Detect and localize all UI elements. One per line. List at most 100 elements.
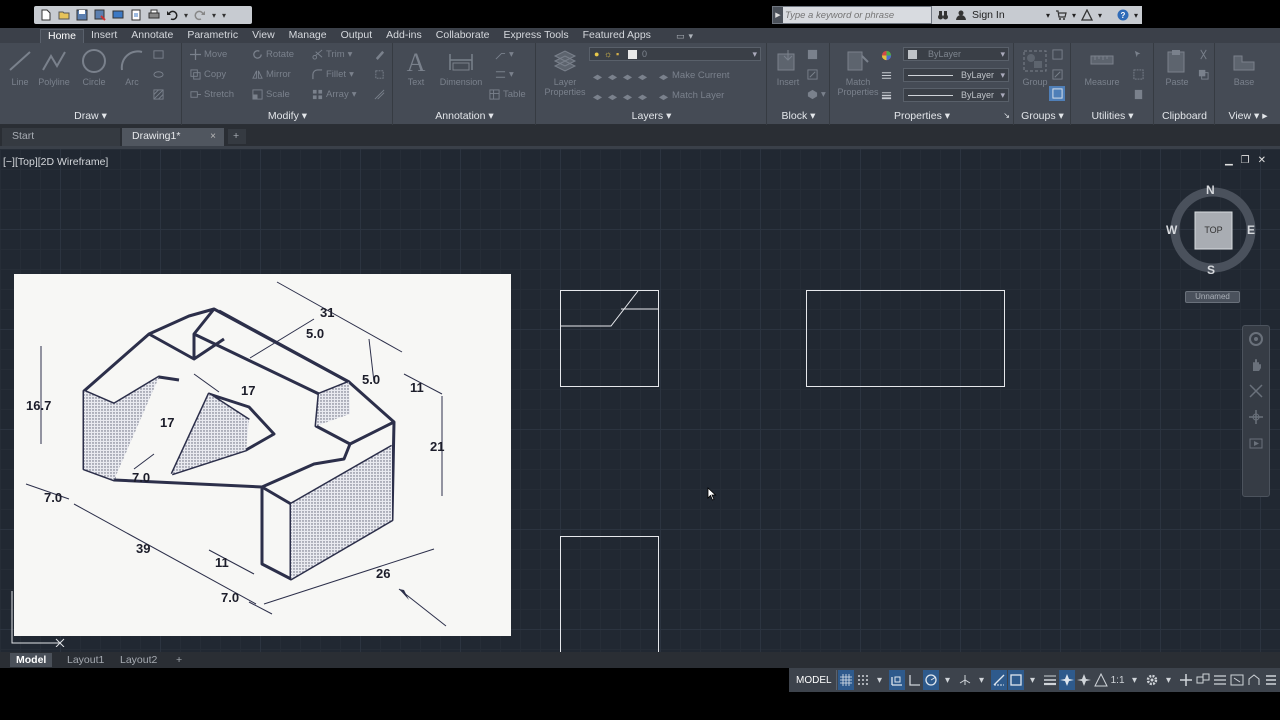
explode-button[interactable] <box>373 67 385 82</box>
fillet-button[interactable]: Fillet ▾ <box>311 67 354 82</box>
redo-icon[interactable] <box>192 8 208 22</box>
compass-west[interactable]: W <box>1166 223 1177 237</box>
text-button[interactable]: A Text <box>396 47 436 87</box>
new-icon[interactable] <box>38 8 54 22</box>
tab-annotate[interactable]: Annotate <box>124 29 180 43</box>
paste-button[interactable]: Paste <box>1157 47 1197 87</box>
tab-layout2[interactable]: Layout2 <box>114 653 163 667</box>
status-menu-icon[interactable] <box>1263 670 1279 690</box>
rotate-button[interactable]: Rotate <box>251 47 294 62</box>
snap-icon[interactable] <box>855 670 871 690</box>
new-tab-button[interactable]: + <box>228 129 246 144</box>
measure-button[interactable]: Measure <box>1078 47 1126 87</box>
arc-button[interactable]: Arc <box>112 47 152 87</box>
compass-east[interactable]: E <box>1247 223 1255 237</box>
group-button[interactable]: Group <box>1015 47 1055 87</box>
copy-button[interactable]: Copy <box>189 67 226 82</box>
polar-tracking-icon[interactable] <box>922 670 939 690</box>
isodraft-icon[interactable] <box>957 670 973 690</box>
annotation-monitor-icon[interactable] <box>1178 670 1194 690</box>
tab-collaborate[interactable]: Collaborate <box>429 29 497 43</box>
save-as-icon[interactable] <box>92 8 108 22</box>
layer-properties-button[interactable]: Layer Properties <box>541 47 589 97</box>
dimension-button[interactable]: Dimension <box>436 47 486 87</box>
layer-unisolate-icon[interactable] <box>606 90 618 102</box>
top-view-rectangle[interactable] <box>560 536 659 658</box>
layer-lock-icon[interactable] <box>636 70 648 82</box>
close-icon[interactable]: ✕ <box>1258 155 1266 166</box>
help-icon[interactable]: ? <box>1116 8 1130 22</box>
ucs-menu[interactable]: Unnamed <box>1185 291 1240 303</box>
groups-panel-title[interactable]: Groups ▾ <box>1015 109 1070 123</box>
a360-icon[interactable] <box>1080 8 1094 22</box>
tab-express-tools[interactable]: Express Tools <box>496 29 575 43</box>
sign-in-link[interactable]: Sign In <box>972 9 1042 21</box>
tab-add-ins[interactable]: Add-ins <box>379 29 429 43</box>
annotation-visibility-icon[interactable] <box>1058 670 1075 690</box>
hardware-acceleration-icon[interactable] <box>1246 670 1262 690</box>
lineweight-dropdown[interactable]: ByLayer <box>903 88 1009 102</box>
pan-icon[interactable] <box>1243 352 1269 378</box>
view-panel-title[interactable]: View ▾ ▸ <box>1216 109 1280 123</box>
clipboard-panel-title[interactable]: Clipboard <box>1155 109 1214 123</box>
tab-insert[interactable]: Insert <box>84 29 124 43</box>
tab-featured-apps[interactable]: Featured Apps <box>576 29 658 43</box>
snap-dropdown-icon[interactable]: ▾ <box>872 670 888 690</box>
reference-isometric-image[interactable]: 31 5.0 5.0 11 16.7 17 17 21 7.0 7.0 39 1… <box>14 274 511 636</box>
clean-screen-icon[interactable] <box>1229 670 1245 690</box>
save-cloud-icon[interactable] <box>128 8 144 22</box>
undo-icon[interactable] <box>164 8 180 22</box>
search-expand-icon[interactable]: ▶ <box>773 7 783 23</box>
search-box[interactable]: ▶ <box>772 6 932 24</box>
ellipse-button[interactable] <box>152 67 164 82</box>
orbit-icon[interactable] <box>1243 404 1269 430</box>
showmotion-icon[interactable] <box>1243 430 1269 456</box>
infer-constraints-icon[interactable] <box>888 670 905 690</box>
ribbon-options-icon[interactable]: ▾ <box>688 31 693 42</box>
compass-north[interactable]: N <box>1206 183 1215 197</box>
annotation-scale-dropdown-icon[interactable]: ▾ <box>1127 670 1143 690</box>
binoculars-icon[interactable] <box>936 8 950 22</box>
model-space-toggle[interactable]: MODEL <box>792 670 837 690</box>
steering-wheel-icon[interactable] <box>1243 326 1269 352</box>
sign-in-dropdown-icon[interactable]: ▾ <box>1046 11 1050 20</box>
leader-button[interactable]: ▾ <box>494 47 514 62</box>
layer-thaw-icon[interactable] <box>621 90 633 102</box>
layers-panel-title[interactable]: Layers ▾ <box>537 109 766 123</box>
customization-icon[interactable] <box>1212 670 1228 690</box>
group-edit-button[interactable] <box>1051 67 1063 82</box>
draw-panel-title[interactable]: Draw ▾ <box>0 109 181 123</box>
color-wheel-icon[interactable] <box>881 48 892 63</box>
rectangle-button[interactable] <box>152 47 164 62</box>
lineweight-display-icon[interactable] <box>1042 670 1058 690</box>
base-button[interactable]: Base <box>1224 47 1264 87</box>
hatch-button[interactable] <box>152 87 164 102</box>
auto-scale-icon[interactable] <box>1076 670 1092 690</box>
match-layer-button[interactable]: Match Layer <box>657 88 724 103</box>
ribbon-overflow-icon[interactable]: ▸ <box>1262 110 1267 122</box>
object-snap-dropdown-icon[interactable]: ▾ <box>1025 670 1041 690</box>
dim-style-button[interactable]: ▾ <box>494 67 514 82</box>
tab-model[interactable]: Model <box>10 653 53 667</box>
circle-button[interactable]: Circle <box>74 47 114 87</box>
redo-dropdown-icon[interactable]: ▾ <box>210 8 218 22</box>
grid-icon[interactable] <box>837 670 854 690</box>
table-button[interactable]: Table <box>488 87 526 102</box>
layer-freeze-icon[interactable] <box>621 70 633 82</box>
layer-on-icon[interactable] <box>591 90 603 102</box>
help-dropdown-icon[interactable]: ▾ <box>1134 11 1138 20</box>
side-view-rectangle[interactable] <box>806 290 1005 387</box>
trim-button[interactable]: Trim ▾ <box>311 47 352 62</box>
array-button[interactable]: Array ▾ <box>311 87 356 102</box>
layer-dropdown[interactable]: ● ☼ ▪ 0 <box>589 47 761 61</box>
move-button[interactable]: Move <box>189 47 227 62</box>
cut-button[interactable] <box>1197 47 1209 62</box>
edit-block-button[interactable] <box>806 67 818 82</box>
layer-unlock-icon[interactable] <box>636 90 648 102</box>
properties-launcher-icon[interactable]: ↘ <box>1003 109 1010 123</box>
create-block-button[interactable] <box>806 47 818 62</box>
tab-view[interactable]: View <box>245 29 282 43</box>
copy-clip-button[interactable] <box>1197 67 1209 82</box>
ribbon-minimize-control[interactable]: ▭ ▾ <box>658 29 693 43</box>
zoom-extents-icon[interactable] <box>1243 378 1269 404</box>
